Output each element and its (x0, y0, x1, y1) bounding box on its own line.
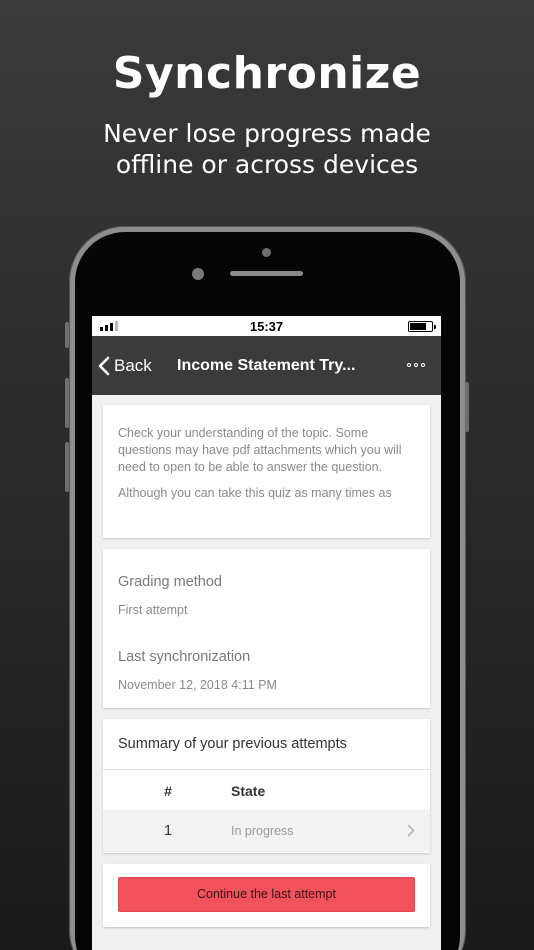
table-row[interactable]: 1 In progress (103, 810, 430, 852)
quiz-description: Check your understanding of the topic. S… (118, 426, 402, 474)
attempt-state: In progress (231, 824, 294, 838)
phone-volume-up (65, 378, 69, 428)
attempt-number: 1 (163, 823, 173, 839)
subheadline: Never lose progress made offline or acro… (0, 118, 534, 180)
battery-icon (408, 321, 436, 332)
ellipsis-icon[interactable] (407, 363, 425, 367)
app-screen: 15:37 Back Income Statement Try... Check… (92, 316, 441, 950)
status-time: 15:37 (249, 319, 284, 334)
main-content: Check your understanding of the topic. S… (92, 395, 441, 927)
status-bar: 15:37 (92, 316, 441, 336)
back-button[interactable]: Back (98, 336, 152, 395)
phone-mute-switch (65, 322, 69, 348)
column-header-number: # (164, 783, 172, 799)
headline: Synchronize (112, 48, 422, 99)
last-sync-value: November 12, 2018 4:11 PM (118, 678, 277, 692)
grading-method-value: First attempt (118, 603, 188, 617)
chevron-right-icon (407, 824, 415, 837)
proximity-sensor (262, 248, 271, 257)
navigation-bar: Back Income Statement Try... (92, 336, 441, 395)
subheadline-line-2: offline or across devices (115, 150, 419, 179)
description-card: Check your understanding of the topic. S… (103, 405, 430, 538)
back-label: Back (114, 355, 152, 375)
subheadline-line-1: Never lose progress made (103, 119, 431, 148)
attempts-table-header: # State (103, 770, 430, 810)
chevron-left-icon (98, 356, 110, 375)
page-title: Income Statement Try... (177, 357, 356, 374)
last-sync-label: Last synchronization (118, 649, 251, 665)
info-card: Grading method First attempt Last synchr… (103, 549, 430, 708)
action-card: Continue the last attempt (103, 864, 430, 927)
phone-power-button (465, 382, 469, 432)
grading-method-label: Grading method (118, 574, 222, 590)
phone-volume-down (65, 442, 69, 492)
earpiece-speaker (230, 271, 303, 276)
attempts-title: Summary of your previous attempts (103, 719, 430, 770)
front-camera (192, 268, 204, 280)
attempts-card: Summary of your previous attempts # Stat… (103, 719, 430, 853)
description-fade (103, 498, 430, 538)
column-header-state: State (231, 783, 266, 799)
continue-attempt-button[interactable]: Continue the last attempt (118, 877, 415, 912)
